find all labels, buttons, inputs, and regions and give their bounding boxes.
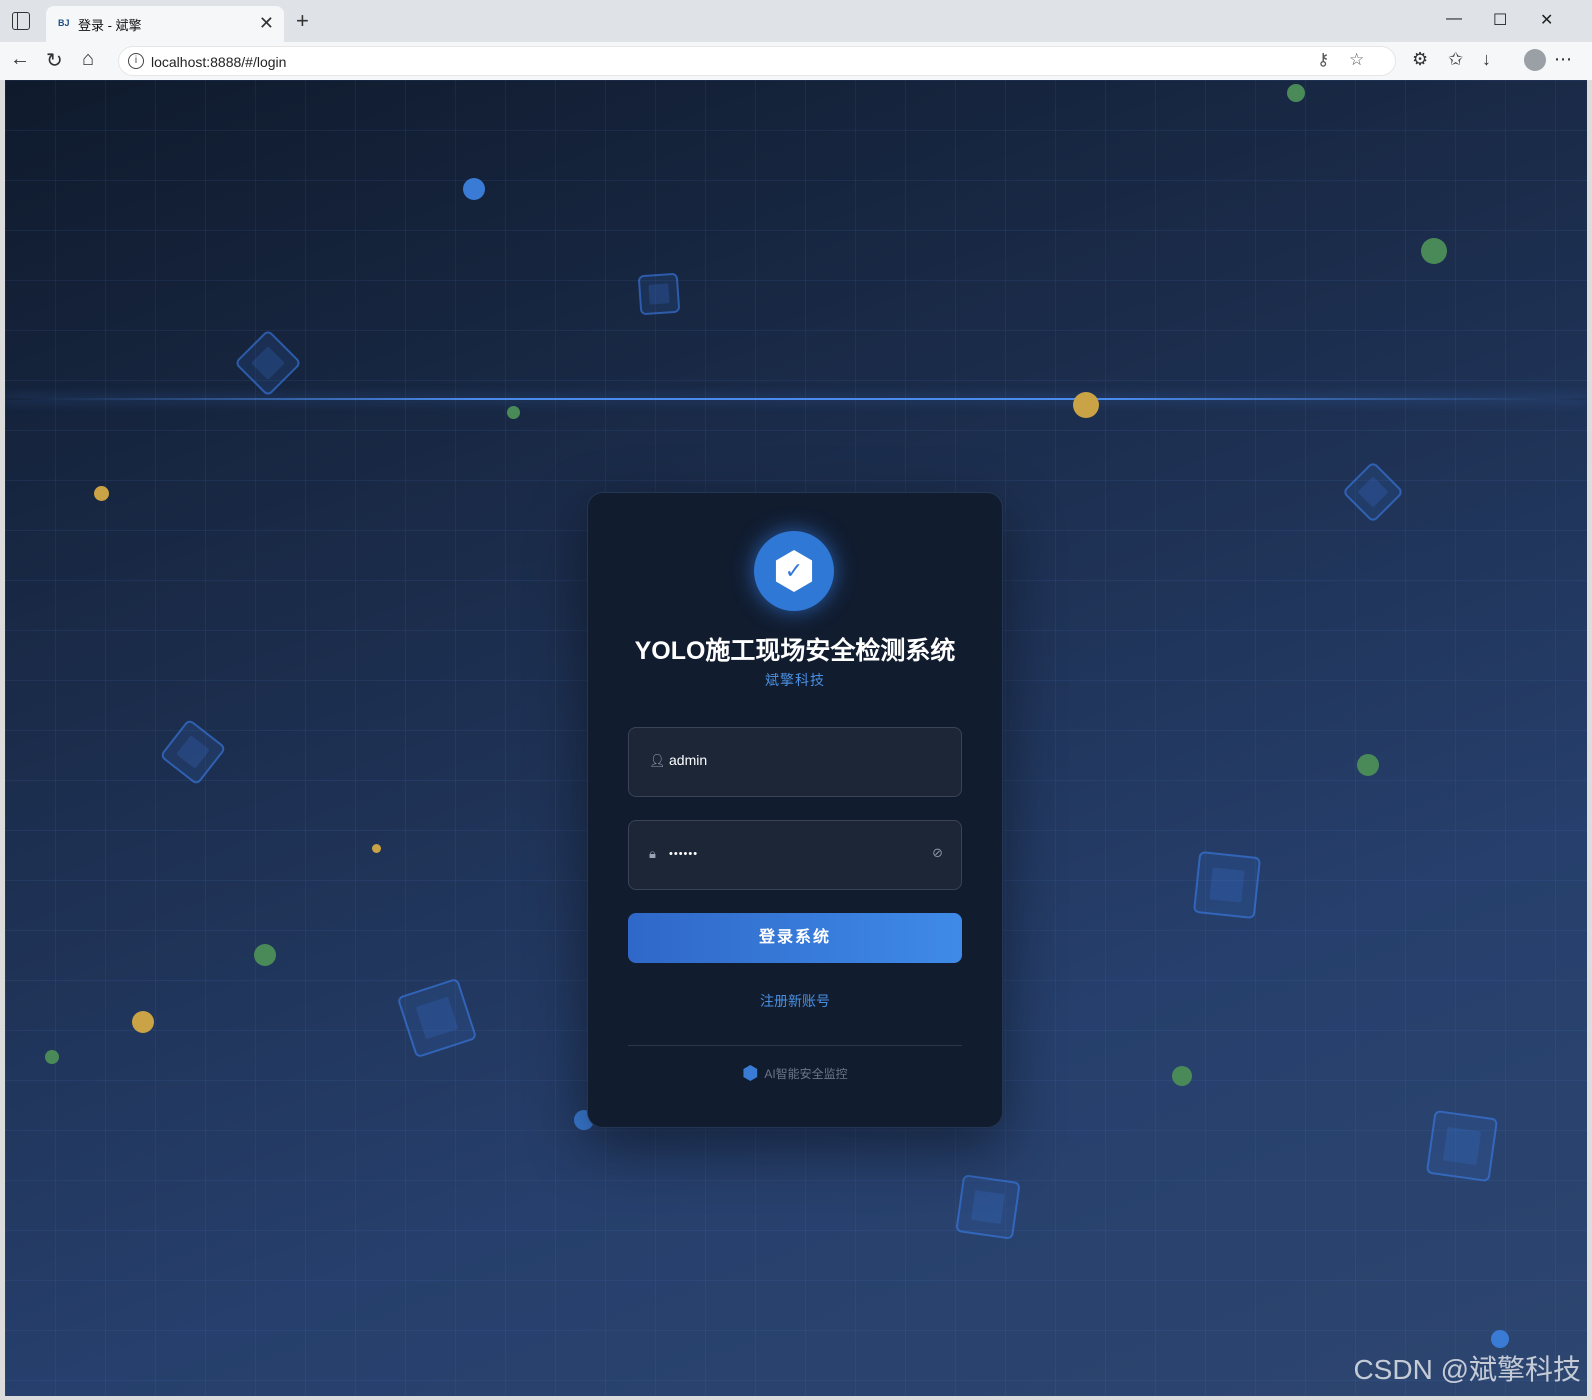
password-input[interactable]: •••••• [669,848,929,860]
login-card: ✓ YOLO施工现场安全检测系统 斌擎科技 👤︎ 🔒︎ •••••• ⊘ 登录系… [587,492,1003,1128]
tab-title: 登录 - 斌擎 [78,18,142,33]
browser-tab[interactable]: BJ 登录 - 斌擎 ✕ [46,6,284,42]
decor-square [1192,850,1262,920]
decor-dot [254,944,276,966]
tab-close-icon[interactable]: ✕ [259,13,274,34]
home-icon[interactable]: ⌂ [82,48,94,71]
decor-dot [1421,238,1447,264]
register-link[interactable]: 注册新账号 [588,991,1002,1011]
login-button[interactable]: 登录系统 [628,913,962,963]
company-subtitle: 斌擎科技 [765,672,825,688]
download-icon[interactable]: ↓ [1482,49,1491,70]
user-icon: 👤︎ [649,753,666,768]
address-bar[interactable]: i localhost:8888/#/login ⚷ ☆ [118,46,1396,76]
url-text: localhost:8888/#/login [151,54,287,70]
tab-favicon: BJ [58,18,70,28]
decor-dot [45,1050,59,1064]
decor-square [955,1174,1021,1240]
site-info-icon[interactable]: i [128,53,144,69]
divider [628,1045,962,1046]
username-input[interactable] [669,752,929,768]
hexagon-check-icon: ✓ [775,550,813,592]
eye-off-icon[interactable]: ⊘ [932,845,943,861]
sidebar-toggle-icon[interactable] [12,12,30,30]
decor-dot [94,486,109,501]
footer: AI智能安全监控 [588,1065,1002,1082]
back-icon[interactable]: ← [10,48,30,71]
page-title: YOLO施工现场安全检测系统 [634,637,956,665]
decor-dot [1172,1066,1192,1086]
extensions-icon[interactable]: ⚙ [1412,49,1428,70]
password-field[interactable]: 🔒︎ •••••• ⊘ [628,820,962,890]
decor-square [637,272,681,316]
watermark: CSDN @斌擎科技 [1353,1354,1581,1385]
minimize-icon[interactable]: — [1446,10,1462,28]
hexagon-icon [743,1065,758,1081]
new-tab-icon[interactable]: + [296,8,309,34]
shield-check-icon: ✓ [754,531,834,611]
maximize-icon[interactable]: ☐ [1493,10,1507,30]
browser-toolbar: ← ↻ ⌂ i localhost:8888/#/login ⚷ ☆ ⚙ ✩ ↓… [0,42,1592,80]
favorite-star-icon[interactable]: ☆ [1349,50,1364,70]
reload-icon[interactable]: ↻ [46,48,63,73]
decor-dot [463,178,485,200]
decor-dot [1073,392,1099,418]
decor-square [1425,1109,1499,1183]
favorites-icon[interactable]: ✩ [1448,49,1463,70]
login-page: ✓ YOLO施工现场安全检测系统 斌擎科技 👤︎ 🔒︎ •••••• ⊘ 登录系… [5,80,1587,1396]
decor-dot [1287,84,1305,102]
decor-dot [132,1011,154,1033]
lock-icon: 🔒︎ [649,846,656,861]
decor-dot [507,406,520,419]
decor-dot [1357,754,1379,776]
key-icon[interactable]: ⚷ [1317,50,1329,70]
window-close-icon[interactable]: ✕ [1540,10,1553,30]
footer-text: AI智能安全监控 [764,1067,848,1081]
decor-dot [372,844,381,853]
profile-avatar[interactable] [1524,49,1546,71]
username-field[interactable]: 👤︎ [628,727,962,797]
browser-titlebar: BJ 登录 - 斌擎 ✕ + — ☐ ✕ [0,0,1592,42]
scan-line [5,398,1587,400]
decor-dot [1491,1330,1509,1348]
more-menu-icon[interactable]: ⋯ [1554,49,1572,70]
